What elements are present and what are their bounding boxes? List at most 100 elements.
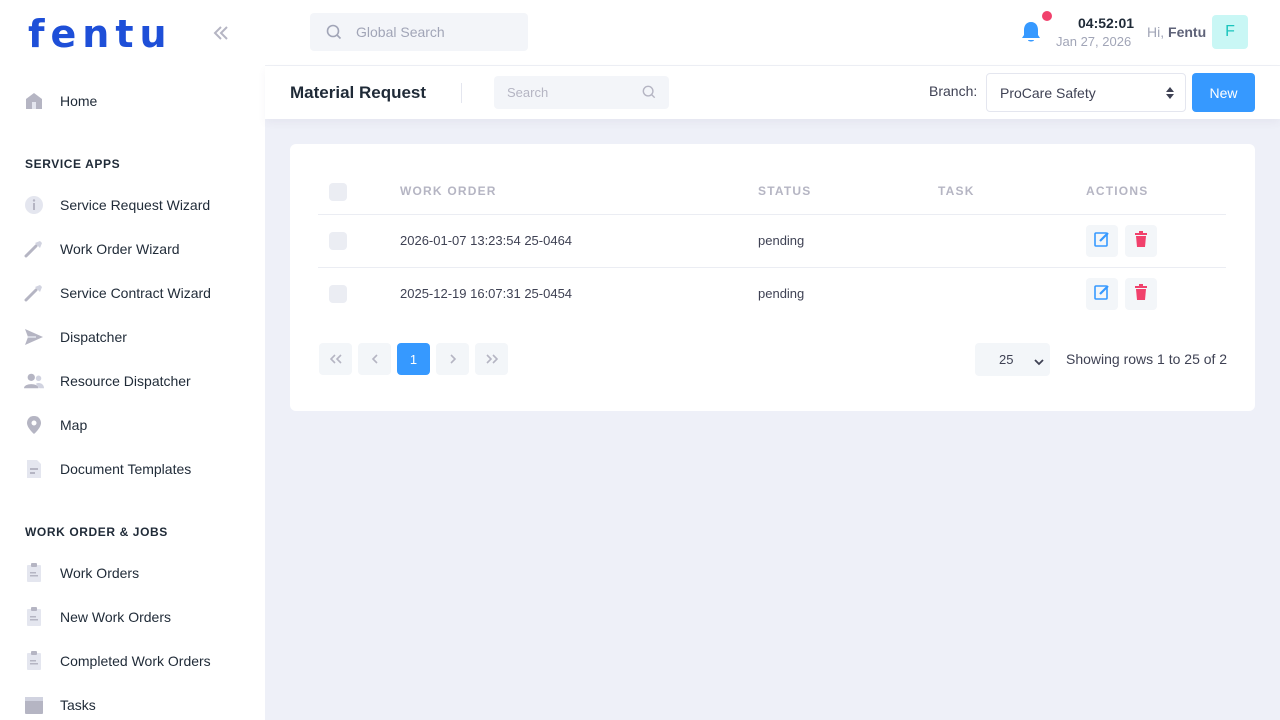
double-chevron-left-icon xyxy=(329,351,342,367)
sidebar-item-completed-work-orders[interactable]: Completed Work Orders xyxy=(0,641,265,681)
sidebar-item-label: Service Request Wizard xyxy=(60,197,211,213)
map-pin-icon xyxy=(24,415,44,435)
send-icon xyxy=(24,327,44,347)
sidebar-item-label: Work Orders xyxy=(60,565,140,581)
clipboard-icon xyxy=(24,607,44,627)
wrench-icon xyxy=(24,283,44,303)
collapse-sidebar-icon[interactable] xyxy=(210,22,232,44)
chevron-down-icon xyxy=(1034,353,1044,371)
trash-icon xyxy=(1134,283,1148,305)
page-number-button[interactable]: 1 xyxy=(397,343,430,375)
edit-button[interactable] xyxy=(1086,225,1118,257)
column-header-task[interactable]: TASK xyxy=(938,184,975,198)
global-search[interactable] xyxy=(310,13,528,51)
delete-button[interactable] xyxy=(1125,278,1157,310)
prev-page-button[interactable] xyxy=(358,343,391,375)
edit-icon xyxy=(1094,231,1110,252)
branch-label: Branch: xyxy=(929,83,978,99)
search-icon xyxy=(326,24,342,45)
sub-header: Material Request Branch: ProCare Safety … xyxy=(265,66,1280,119)
avatar[interactable]: F xyxy=(1212,15,1248,49)
search-icon xyxy=(642,85,656,104)
sidebar-item-label: Home xyxy=(60,93,98,109)
clipboard-icon xyxy=(24,563,44,583)
sidebar-item-label: New Work Orders xyxy=(60,609,171,625)
sidebar-item-label: Service Contract Wizard xyxy=(60,285,211,301)
branch-value: ProCare Safety xyxy=(1000,85,1096,101)
sidebar-item-document-templates[interactable]: Document Templates xyxy=(0,449,265,489)
sidebar-item-dispatcher[interactable]: Dispatcher xyxy=(0,317,265,357)
delete-button[interactable] xyxy=(1125,225,1157,257)
top-header: 04:52:01 Jan 27, 2026 Hi, Fentu F xyxy=(265,0,1280,66)
clock-time: 04:52:01 xyxy=(1078,15,1135,31)
row-divider xyxy=(318,214,1226,215)
title-divider xyxy=(461,83,462,103)
column-header-actions: ACTIONS xyxy=(1086,184,1149,198)
notification-bell-icon[interactable] xyxy=(1020,20,1042,44)
work-order-cell: 2026-01-07 13:23:54 25-0464 xyxy=(400,233,573,248)
double-chevron-right-icon xyxy=(485,351,498,367)
new-button[interactable]: New xyxy=(1192,73,1255,112)
notification-dot xyxy=(1042,11,1052,21)
page-title: Material Request xyxy=(290,83,427,102)
tasks-icon xyxy=(24,695,44,715)
clipboard-icon xyxy=(24,651,44,671)
info-icon xyxy=(24,195,44,215)
sidebar-item-label: Tasks xyxy=(60,697,96,713)
edit-icon xyxy=(1094,284,1110,305)
sidebar: fentu Home SERVICE APPS Service Request … xyxy=(0,0,265,720)
select-all-checkbox[interactable] xyxy=(329,183,347,201)
brand-logo[interactable]: fentu xyxy=(28,14,173,54)
users-icon xyxy=(24,371,44,391)
sidebar-item-label: Map xyxy=(60,417,88,433)
row-divider xyxy=(318,267,1226,268)
clock-date: Jan 27, 2026 xyxy=(1056,34,1132,49)
column-header-status[interactable]: STATUS xyxy=(758,184,811,198)
status-cell: pending xyxy=(758,286,805,301)
greeting-text: Hi, xyxy=(1147,24,1165,40)
next-page-button[interactable] xyxy=(436,343,469,375)
sidebar-item-label: Document Templates xyxy=(60,461,192,477)
wrench-icon xyxy=(24,239,44,259)
sidebar-item-work-order-wizard[interactable]: Work Order Wizard xyxy=(0,229,265,269)
page-search[interactable] xyxy=(494,76,669,109)
global-search-input[interactable] xyxy=(356,13,521,51)
user-greeting[interactable]: Hi, Fentu xyxy=(1147,24,1206,40)
section-heading-work-order-jobs: WORK ORDER & JOBS xyxy=(25,525,168,539)
trash-icon xyxy=(1134,230,1148,252)
section-heading-service-apps: SERVICE APPS xyxy=(25,157,121,171)
sidebar-item-work-orders[interactable]: Work Orders xyxy=(0,553,265,593)
sidebar-item-tasks[interactable]: Tasks xyxy=(0,685,265,720)
sidebar-item-new-work-orders[interactable]: New Work Orders xyxy=(0,597,265,637)
column-header-work-order[interactable]: WORK ORDER xyxy=(400,184,497,198)
sidebar-item-resource-dispatcher[interactable]: Resource Dispatcher xyxy=(0,361,265,401)
rows-per-page-value: 25 xyxy=(999,352,1014,367)
sidebar-item-label: Work Order Wizard xyxy=(60,241,180,257)
first-page-button[interactable] xyxy=(319,343,352,375)
sidebar-item-home[interactable]: Home xyxy=(0,81,265,121)
status-cell: pending xyxy=(758,233,805,248)
chevron-left-icon xyxy=(371,351,379,367)
sidebar-item-label: Dispatcher xyxy=(60,329,127,345)
sidebar-item-label: Resource Dispatcher xyxy=(60,373,191,389)
row-checkbox[interactable] xyxy=(329,232,347,250)
work-order-cell: 2025-12-19 16:07:31 25-0454 xyxy=(400,286,573,301)
material-request-card: WORK ORDER STATUS TASK ACTIONS 2026-01-0… xyxy=(290,144,1255,411)
home-icon xyxy=(24,91,44,111)
branch-select[interactable]: ProCare Safety xyxy=(986,73,1186,112)
user-name: Fentu xyxy=(1168,24,1207,40)
document-icon xyxy=(24,459,44,479)
sidebar-item-service-contract-wizard[interactable]: Service Contract Wizard xyxy=(0,273,265,313)
page-search-input[interactable] xyxy=(507,76,637,109)
sidebar-item-service-request-wizard[interactable]: Service Request Wizard xyxy=(0,185,265,225)
rows-info-text: Showing rows 1 to 25 of 2 xyxy=(1066,351,1228,367)
rows-per-page-select[interactable]: 25 xyxy=(975,343,1050,376)
sort-arrows-icon xyxy=(1165,86,1175,105)
row-checkbox[interactable] xyxy=(329,285,347,303)
last-page-button[interactable] xyxy=(475,343,508,375)
sidebar-item-map[interactable]: Map xyxy=(0,405,265,445)
chevron-right-icon xyxy=(449,351,457,367)
sidebar-item-label: Completed Work Orders xyxy=(60,653,211,669)
logo-text: fentu xyxy=(28,12,173,56)
edit-button[interactable] xyxy=(1086,278,1118,310)
